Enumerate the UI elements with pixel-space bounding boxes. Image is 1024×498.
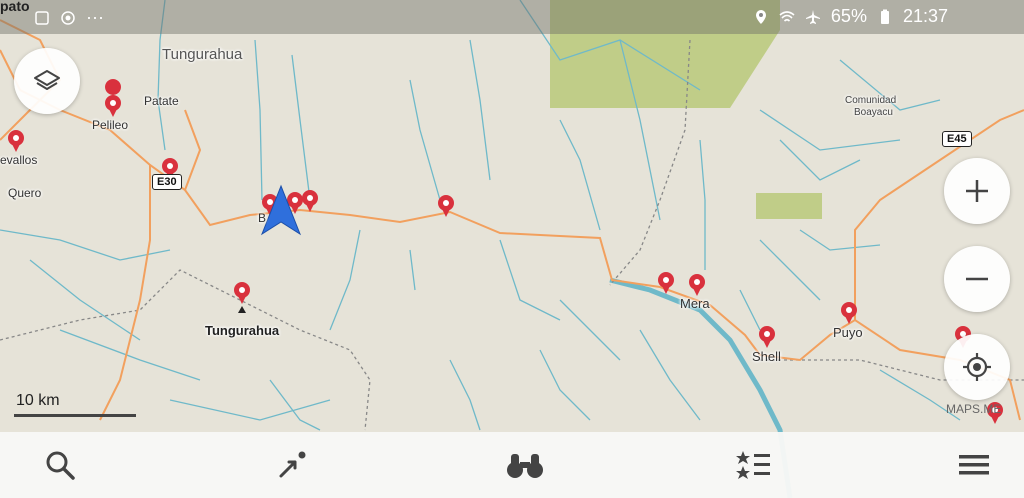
discovery-button[interactable] [465,432,585,498]
town-label-quero: Quero [8,186,42,200]
road-shield-e45: E45 [942,131,972,147]
map-canvas[interactable] [0,0,1024,498]
town-label-cevallos: evallos [0,153,38,167]
system-status: 65% 21:37 [753,6,948,27]
bottom-navigation [0,432,1024,498]
zoom-in-button[interactable] [944,158,1010,224]
route-button[interactable] [232,432,352,498]
layers-icon [34,70,60,90]
location-icon [755,9,766,24]
chrome-icon [61,10,75,25]
binoculars-icon [507,454,543,478]
town-label-puyo: Puyo [833,325,863,340]
maps-me-watermark: MAPS.ME [946,402,1002,416]
region-label: Tungurahua [162,46,243,63]
notification-icon [35,10,49,25]
town-label-patate: Patate [144,94,179,108]
search-button[interactable] [0,432,120,498]
clock: 21:37 [902,6,948,26]
scale-bar [14,414,136,417]
more-icon: ··· [86,7,104,27]
menu-button[interactable] [914,432,1024,498]
minus-icon [966,277,988,281]
town-label-pelileo: Pelileo [92,118,129,132]
community-label: Comunidad [845,95,897,106]
notification-icons: ··· [34,7,104,28]
plus-icon [966,180,988,202]
bookmarks-button[interactable] [694,432,814,498]
scale-label: 10 km [16,392,60,409]
town-label-mera: Mera [680,296,710,311]
park-area-small [756,193,822,219]
zoom-out-button[interactable] [944,246,1010,312]
bookmarks-icon [736,451,770,479]
route-icon [279,451,306,478]
location-text: pato [0,0,30,14]
wifi-icon [779,10,795,22]
menu-icon [959,455,989,475]
airplane-icon [805,9,820,24]
town-label-shell: Shell [752,349,781,364]
my-location-button[interactable] [944,334,1010,400]
battery-percent: 65% [830,6,867,26]
status-bar: pato ··· 65% 21:37 [0,0,1024,34]
road-shield-e30: E30 [152,174,182,190]
crosshair-icon [963,353,991,381]
layers-button[interactable] [14,48,80,114]
search-icon [46,451,75,480]
peak-label: Tungurahua [205,323,280,338]
town-label-banos: B [258,211,267,225]
battery-icon [880,9,889,24]
community-label-2: Boayacu [854,107,893,118]
